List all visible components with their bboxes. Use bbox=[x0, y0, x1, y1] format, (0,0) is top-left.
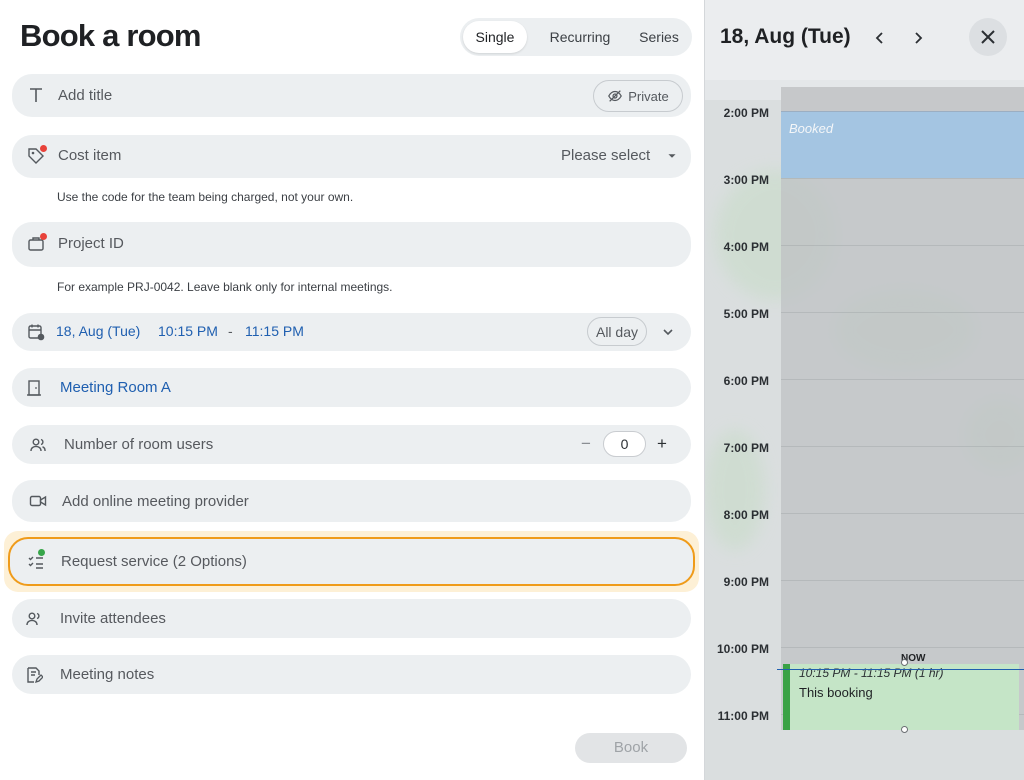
meeting-notes-label: Meeting notes bbox=[60, 666, 155, 683]
hour-line bbox=[781, 379, 1024, 380]
required-indicator bbox=[40, 233, 47, 240]
notes-icon bbox=[24, 665, 44, 685]
booking-form: Book a room Single Recurring Series Add … bbox=[0, 0, 704, 780]
room-users-input[interactable]: 0 bbox=[603, 431, 646, 457]
text-icon bbox=[26, 85, 46, 105]
room-field[interactable]: Meeting Room A bbox=[12, 368, 691, 407]
booking-color-bar bbox=[783, 664, 790, 730]
users-icon bbox=[28, 435, 48, 455]
request-service-label: Request service (2 Options) bbox=[61, 553, 247, 570]
hour-line bbox=[781, 446, 1024, 447]
this-booking-event[interactable]: 10:15 PM - 11:15 PM (1 hr) This booking bbox=[783, 664, 1019, 730]
hour-label: 4:00 PM bbox=[723, 240, 769, 254]
attendees-icon bbox=[24, 609, 44, 629]
hour-label: 7:00 PM bbox=[723, 441, 769, 455]
room-users-field: Number of room users − 0 + bbox=[12, 425, 691, 464]
chevron-left-icon[interactable] bbox=[870, 28, 890, 48]
private-toggle[interactable]: Private bbox=[593, 80, 683, 112]
eye-off-icon bbox=[607, 88, 623, 104]
hour-line bbox=[781, 111, 1024, 112]
calendar-date: 18, Aug (Tue) bbox=[720, 25, 851, 48]
required-indicator bbox=[40, 145, 47, 152]
calendar-clock-icon bbox=[26, 322, 46, 342]
hour-label: 3:00 PM bbox=[723, 173, 769, 187]
hour-label: 9:00 PM bbox=[723, 575, 769, 589]
resize-handle-bottom[interactable] bbox=[901, 726, 908, 733]
mode-segmented-control: Single Recurring Series bbox=[460, 18, 692, 56]
hour-line bbox=[781, 312, 1024, 313]
calendar-grid[interactable] bbox=[781, 87, 1024, 730]
hour-label: 11:00 PM bbox=[717, 709, 769, 723]
book-button[interactable]: Book bbox=[575, 733, 687, 763]
end-time[interactable]: 11:15 PM bbox=[245, 323, 304, 339]
calendar-panel: 18, Aug (Tue) Booked 2:00 PM 3:00 PM 4:0… bbox=[704, 0, 1024, 780]
caret-down-icon[interactable] bbox=[664, 146, 680, 166]
hour-label: 6:00 PM bbox=[723, 374, 769, 388]
tab-single[interactable]: Single bbox=[463, 21, 527, 53]
room-users-label: Number of room users bbox=[64, 436, 214, 453]
project-id-label: Project ID bbox=[58, 235, 124, 252]
page-title: Book a room bbox=[20, 18, 201, 53]
request-service-field[interactable]: Request service (2 Options) bbox=[8, 537, 695, 586]
close-button[interactable] bbox=[969, 18, 1007, 56]
decrement-button[interactable]: − bbox=[578, 434, 594, 454]
resize-handle-top[interactable] bbox=[901, 659, 908, 666]
project-id-field[interactable]: Project ID bbox=[12, 222, 691, 267]
chevron-right-icon[interactable] bbox=[908, 28, 928, 48]
video-icon bbox=[28, 491, 48, 511]
hour-line bbox=[781, 178, 1024, 179]
briefcase-icon bbox=[26, 233, 47, 254]
now-indicator-line bbox=[777, 669, 1024, 670]
meeting-notes-field[interactable]: Meeting notes bbox=[12, 655, 691, 694]
date-value[interactable]: 18, Aug (Tue) bbox=[56, 323, 140, 339]
title-field[interactable]: Add title Private bbox=[12, 74, 691, 117]
online-meeting-field[interactable]: Add online meeting provider bbox=[12, 480, 691, 522]
title-placeholder: Add title bbox=[58, 87, 113, 104]
hour-line bbox=[781, 580, 1024, 581]
checklist-icon bbox=[26, 549, 46, 572]
cost-item-select-value[interactable]: Please select bbox=[561, 147, 650, 164]
door-icon bbox=[24, 378, 44, 398]
hour-label: 2:00 PM bbox=[723, 106, 769, 120]
hour-line bbox=[781, 245, 1024, 246]
hour-line bbox=[781, 513, 1024, 514]
tab-recurring[interactable]: Recurring bbox=[539, 21, 621, 53]
hour-label: 5:00 PM bbox=[723, 307, 769, 321]
service-indicator bbox=[38, 549, 45, 556]
booked-slot: Booked bbox=[781, 111, 1024, 178]
hour-line bbox=[781, 647, 1024, 648]
booked-label: Booked bbox=[789, 121, 834, 136]
online-meeting-label: Add online meeting provider bbox=[62, 493, 249, 510]
start-time[interactable]: 10:15 PM bbox=[158, 323, 218, 339]
hour-label: 10:00 PM bbox=[716, 642, 769, 656]
private-label: Private bbox=[628, 88, 669, 104]
cost-item-helper: Use the code for the team being charged,… bbox=[57, 190, 354, 204]
hour-label: 8:00 PM bbox=[723, 508, 769, 522]
increment-button[interactable]: + bbox=[654, 434, 670, 454]
project-id-helper: For example PRJ-0042. Leave blank only f… bbox=[57, 280, 393, 294]
room-name[interactable]: Meeting Room A bbox=[60, 379, 171, 396]
all-day-toggle[interactable]: All day bbox=[587, 317, 647, 346]
datetime-field: 18, Aug (Tue) 10:15 PM - 11:15 PM All da… bbox=[12, 313, 691, 351]
tag-icon bbox=[26, 145, 47, 166]
cost-item-label: Cost item bbox=[58, 147, 122, 164]
close-icon bbox=[978, 27, 998, 47]
tab-series[interactable]: Series bbox=[629, 21, 689, 53]
time-separator: - bbox=[228, 323, 233, 339]
chevron-down-icon[interactable] bbox=[658, 322, 678, 342]
booking-name: This booking bbox=[799, 685, 873, 700]
invite-attendees-field[interactable]: Invite attendees bbox=[12, 599, 691, 638]
cost-item-field[interactable]: Cost item Please select bbox=[12, 135, 691, 178]
invite-attendees-label: Invite attendees bbox=[60, 610, 166, 627]
calendar-grid-header bbox=[781, 87, 1024, 111]
